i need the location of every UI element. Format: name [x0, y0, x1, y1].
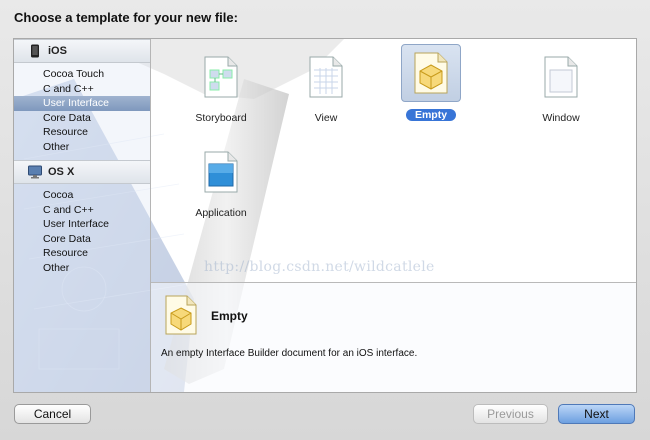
sidebar-group-os-x: OS X [14, 160, 150, 184]
template-view[interactable]: View [286, 49, 366, 126]
view-file-icon [297, 49, 355, 105]
description-text: An empty Interface Builder document for … [161, 348, 418, 359]
template-description-pane: Empty An empty Interface Builder documen… [151, 282, 636, 392]
template-storyboard[interactable]: Storyboard [181, 49, 261, 126]
dialog-title: Choose a template for your new file: [14, 10, 238, 25]
sidebar-group-ios: iOS [14, 39, 150, 63]
template-application[interactable]: Application [181, 144, 261, 221]
sidebar-item-resource[interactable]: Resource [14, 125, 150, 140]
storyboard-file-icon [192, 49, 250, 105]
iphone-icon [28, 44, 42, 58]
template-window[interactable]: Window [521, 49, 601, 126]
template-label: Storyboard [195, 112, 247, 124]
template-panel: iOS Cocoa Touch C and C++ User Interface Cor… [13, 38, 637, 393]
empty-file-icon [401, 44, 461, 102]
sidebar-item-c-and-c-[interactable]: C and C++ [14, 82, 150, 97]
next-button[interactable]: Next [558, 404, 635, 424]
previous-button[interactable]: Previous [473, 404, 548, 424]
window-file-icon [532, 49, 590, 105]
sidebar-group-label: iOS [48, 45, 67, 57]
cancel-button[interactable]: Cancel [14, 404, 91, 424]
description-title: Empty [211, 309, 248, 323]
template-category-sidebar: iOS Cocoa Touch C and C++ User Interface Cor… [14, 39, 151, 392]
sidebar-item-cocoa-touch[interactable]: Cocoa Touch [14, 67, 150, 82]
template-empty[interactable]: Empty [391, 44, 471, 123]
sidebar-item-user-interface[interactable]: User Interface [14, 96, 150, 111]
empty-file-icon [165, 295, 197, 340]
sidebar-item-other[interactable]: Other [14, 261, 150, 276]
template-label: Empty [405, 109, 457, 121]
sidebar-item-resource[interactable]: Resource [14, 246, 150, 261]
template-grid: Storyboard View Empty Window Application [151, 39, 636, 282]
sidebar-group-label: OS X [48, 166, 75, 178]
template-label: View [314, 112, 338, 124]
sidebar-item-core-data[interactable]: Core Data [14, 111, 150, 126]
application-file-icon [192, 144, 250, 200]
sidebar-item-c-and-c-[interactable]: C and C++ [14, 203, 150, 218]
sidebar-item-core-data[interactable]: Core Data [14, 232, 150, 247]
sidebar-item-other[interactable]: Other [14, 140, 150, 155]
template-label: Application [195, 207, 247, 219]
sidebar-item-user-interface[interactable]: User Interface [14, 217, 150, 232]
mac-icon [28, 165, 42, 179]
sidebar-item-cocoa[interactable]: Cocoa [14, 188, 150, 203]
template-label: Window [542, 112, 580, 124]
